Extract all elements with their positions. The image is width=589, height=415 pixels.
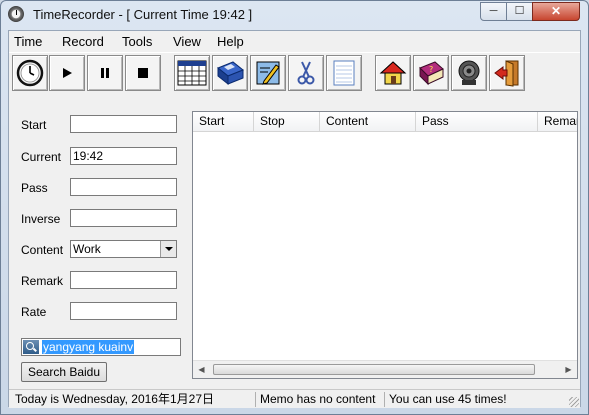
content-select-value: Work [73,242,101,256]
horizontal-scrollbar[interactable]: ◀ ▶ [193,360,577,378]
status-date: Today is Wednesday, 2016年1月27日 [12,392,256,407]
column-pass[interactable]: Pass [416,112,538,131]
play-icon [50,56,84,90]
start-label: Start [21,118,47,132]
speaker-button[interactable] [451,55,487,91]
pass-field[interactable] [70,178,177,196]
inverse-field[interactable] [70,209,177,227]
content-label: Content [21,243,64,257]
pause-icon [88,56,122,90]
rate-label: Rate [21,305,47,319]
exit-door-icon [490,56,524,90]
main-window: TimeRecorder - [ Current Time 19:42 ] ─ … [0,0,589,415]
speaker-icon [452,56,486,90]
floppy-disk-icon [213,56,247,90]
status-uses: You can use 45 times! [389,392,507,406]
list-header: Start Stop Content Pass Remar [193,112,577,132]
status-memo: Memo has no content [257,392,385,407]
record-list[interactable]: Start Stop Content Pass Remar ◀ ▶ [192,111,578,379]
remark-label: Remark [21,274,64,288]
notepad-button[interactable] [326,55,362,91]
chevron-down-icon[interactable] [160,241,176,257]
client-area: Time Record Tools View Help ? Start Curr… [8,30,581,408]
minimize-button[interactable]: ─ [480,2,507,21]
menu-bar: Time Record Tools View Help [9,31,580,51]
search-icon [23,340,39,354]
close-button[interactable]: ✕ [532,2,580,21]
home-button[interactable] [375,55,411,91]
pass-label: Pass [21,181,48,195]
cut-button[interactable] [288,55,324,91]
scroll-right-icon[interactable]: ▶ [560,361,577,378]
remark-field[interactable] [70,271,177,289]
search-baidu-button[interactable]: Search Baidu [21,362,107,382]
save-button[interactable] [212,55,248,91]
toolbar: ? [9,52,580,95]
rate-field[interactable] [70,302,177,320]
scissors-icon [289,56,323,90]
column-start[interactable]: Start [193,112,254,131]
clock-button[interactable] [12,55,48,91]
spreadsheet-button[interactable] [174,55,210,91]
stop-button[interactable] [125,55,161,91]
resize-grip-icon[interactable] [569,397,579,407]
column-content[interactable]: Content [320,112,416,131]
column-remark[interactable]: Remar [538,112,577,131]
content-select[interactable]: Work [70,240,177,258]
menu-view[interactable]: View [173,34,201,49]
scroll-thumb[interactable] [213,364,535,375]
menu-help[interactable]: Help [217,34,244,49]
svg-text:?: ? [429,65,433,74]
app-clock-icon[interactable] [8,6,24,22]
scroll-left-icon[interactable]: ◀ [193,361,210,378]
current-label: Current [21,150,62,164]
window-title: TimeRecorder - [ Current Time 19:42 ] [33,7,253,22]
current-field[interactable]: 19:42 [70,147,177,165]
column-stop[interactable]: Stop [254,112,320,131]
status-bar: Today is Wednesday, 2016年1月27日 Memo has … [9,389,580,408]
maximize-button[interactable]: ☐ [506,2,533,21]
inverse-label: Inverse [21,212,61,226]
menu-tools[interactable]: Tools [122,34,152,49]
edit-pencil-icon [251,56,285,90]
play-button[interactable] [49,55,85,91]
help-button[interactable]: ? [413,55,449,91]
title-bar[interactable]: TimeRecorder - [ Current Time 19:42 ] ─ … [1,1,588,29]
home-icon [376,56,410,90]
pause-button[interactable] [87,55,123,91]
help-book-icon: ? [414,56,448,90]
stop-icon [126,56,160,90]
clock-icon [13,56,47,90]
exit-button[interactable] [489,55,525,91]
search-input[interactable]: yangyang kuainv [21,338,181,356]
start-field[interactable] [70,115,177,133]
menu-time[interactable]: Time [14,34,42,49]
search-text: yangyang kuainv [42,340,135,354]
record-form: Start Current 19:42 Pass Inverse Content… [9,95,190,389]
spreadsheet-icon [175,56,209,90]
menu-record[interactable]: Record [62,34,104,49]
notepad-icon [327,56,361,90]
edit-button[interactable] [250,55,286,91]
